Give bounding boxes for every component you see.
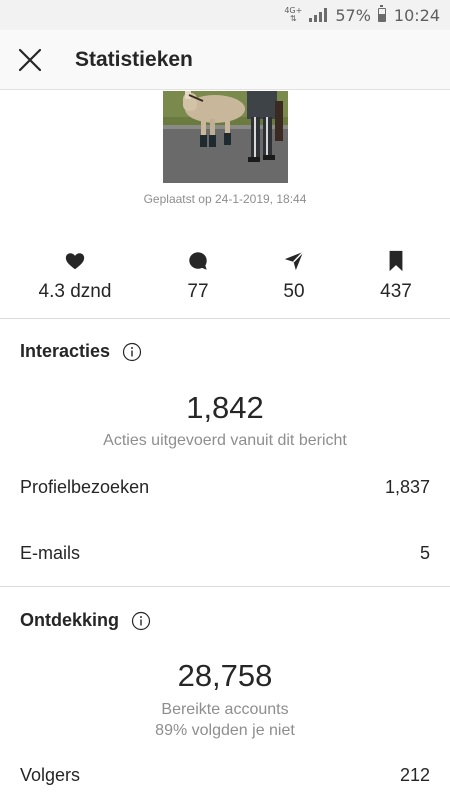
battery-icon — [377, 5, 386, 22]
stat-label: E-mails — [20, 543, 81, 563]
comment-icon — [189, 252, 207, 270]
discovery-subtitle: Bereikte accounts — [161, 701, 289, 718]
stat-row-emails: E-mails 5 — [20, 543, 430, 564]
shares-metric: 50 — [239, 250, 349, 303]
stat-label: Volgers — [20, 765, 81, 785]
page-title: Statistieken — [75, 47, 193, 71]
battery-percent: 57% — [335, 5, 371, 25]
header: Statistieken — [0, 30, 450, 90]
share-icon — [284, 251, 304, 271]
likes-metric: 4.3 dznd — [20, 250, 130, 303]
discovery-non-followers: 89% volgden je niet — [155, 722, 295, 739]
close-icon — [18, 48, 42, 71]
interactions-subtitle: Acties uitgevoerd vanuit dit bericht — [103, 432, 347, 449]
stat-row-followers: Volgers 212 — [20, 765, 430, 786]
heart-icon — [65, 253, 85, 270]
status-bar: 4G+ ⇅ 57% 10:24 — [0, 0, 450, 30]
divider — [0, 586, 450, 587]
divider — [0, 318, 450, 319]
post-thumbnail — [163, 91, 288, 183]
post-photo — [163, 91, 288, 183]
interactions-total: 1,842 — [186, 390, 264, 425]
stat-row-profile-visits: Profielbezoeken 1,837 — [20, 477, 430, 498]
network-indicator: 4G+ ⇅ — [284, 7, 302, 23]
discovery-title: Ontdekking — [20, 610, 120, 630]
signal-icon — [309, 8, 328, 22]
interactions-title: Interacties — [20, 341, 111, 361]
discovery-total: 28,758 — [177, 658, 273, 693]
discovery-heading: Ontdekking — [20, 610, 151, 631]
data-arrows-icon: ⇅ — [289, 14, 297, 23]
stat-label: Profielbezoeken — [20, 477, 150, 497]
clock: 10:24 — [393, 5, 440, 25]
saves-count: 437 — [380, 281, 412, 302]
post-metrics: 4.3 dznd 77 50 437 — [0, 250, 450, 310]
comments-metric: 77 — [143, 250, 253, 303]
stat-value: 212 — [399, 765, 430, 785]
close-button[interactable] — [0, 30, 60, 90]
post-date: Geplaatst op 24-1-2019, 18:44 — [143, 192, 307, 206]
info-icon[interactable] — [131, 611, 151, 631]
bookmark-icon — [389, 250, 403, 272]
stat-value: 1,837 — [384, 477, 430, 497]
info-icon[interactable] — [122, 342, 142, 362]
saves-metric: 437 — [341, 250, 450, 303]
comments-count: 77 — [187, 281, 209, 302]
shares-count: 50 — [283, 281, 305, 302]
stat-value: 5 — [419, 543, 430, 563]
likes-count: 4.3 dznd — [38, 281, 112, 302]
interactions-heading: Interacties — [20, 341, 142, 362]
